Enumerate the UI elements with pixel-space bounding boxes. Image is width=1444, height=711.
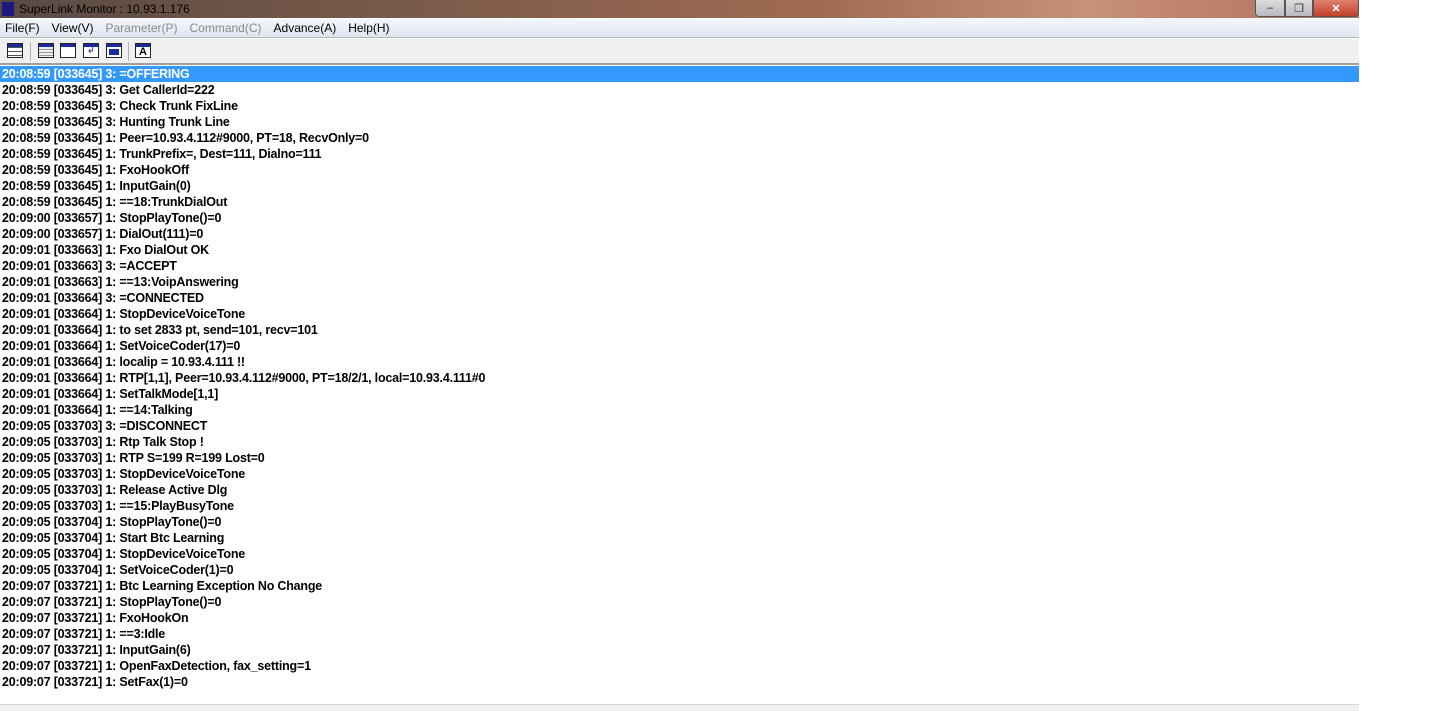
app-window: SuperLink Monitor : 10.93.1.176 – ❐ ✕ Fi… (0, 0, 1359, 711)
return-icon[interactable]: ↲ (83, 43, 99, 58)
highlight-window-icon[interactable] (106, 43, 122, 58)
log-line[interactable]: 20:09:05 [033704] 1: SetVoiceCoder(1)=0 (0, 562, 1359, 578)
toolbar: ↲ A (0, 39, 1359, 65)
menu-advance[interactable]: Advance(A) (269, 21, 344, 35)
menu-help[interactable]: Help(H) (343, 21, 396, 35)
font-icon[interactable]: A (135, 43, 151, 58)
title-bar[interactable]: SuperLink Monitor : 10.93.1.176 – ❐ ✕ (0, 0, 1359, 18)
log-line[interactable]: 20:09:07 [033721] 1: ==3:Idle (0, 626, 1359, 642)
log-line[interactable]: 20:08:59 [033645] 3: Get CallerId=222 (0, 82, 1359, 98)
log-line[interactable]: 20:09:01 [033664] 1: SetTalkMode[1,1] (0, 386, 1359, 402)
log-line[interactable]: 20:09:01 [033664] 1: to set 2833 pt, sen… (0, 322, 1359, 338)
log-line[interactable]: 20:08:59 [033645] 3: Check Trunk FixLine (0, 98, 1359, 114)
log-line[interactable]: 20:09:01 [033664] 1: ==14:Talking (0, 402, 1359, 418)
minimize-button[interactable]: – (1255, 0, 1285, 17)
log-line[interactable]: 20:09:00 [033657] 1: DialOut(111)=0 (0, 226, 1359, 242)
log-line[interactable]: 20:09:01 [033664] 3: =CONNECTED (0, 290, 1359, 306)
log-line[interactable]: 20:09:07 [033721] 1: InputGain(6) (0, 642, 1359, 658)
log-line[interactable]: 20:09:01 [033663] 1: ==13:VoipAnswering (0, 274, 1359, 290)
log-line[interactable]: 20:09:05 [033704] 1: Start Btc Learning (0, 530, 1359, 546)
log-line[interactable]: 20:09:05 [033703] 1: Release Active Dlg (0, 482, 1359, 498)
log-line[interactable]: 20:09:05 [033704] 1: StopDeviceVoiceTone (0, 546, 1359, 562)
log-line[interactable]: 20:08:59 [033645] 1: TrunkPrefix=, Dest=… (0, 146, 1359, 162)
log-line[interactable]: 20:08:59 [033645] 1: Peer=10.93.4.112#90… (0, 130, 1359, 146)
close-button[interactable]: ✕ (1313, 0, 1359, 17)
log-line[interactable]: 20:09:07 [033721] 1: OpenFaxDetection, f… (0, 658, 1359, 674)
menu-view[interactable]: View(V) (47, 21, 101, 35)
log-line[interactable]: 20:08:59 [033645] 1: ==18:TrunkDialOut (0, 194, 1359, 210)
window-title: SuperLink Monitor : 10.93.1.176 (19, 2, 190, 16)
log-line[interactable]: 20:09:01 [033663] 3: =ACCEPT (0, 258, 1359, 274)
restore-button[interactable]: ❐ (1285, 0, 1313, 17)
log-line[interactable]: 20:09:05 [033703] 3: =DISCONNECT (0, 418, 1359, 434)
log-line[interactable]: 20:09:05 [033703] 1: ==15:PlayBusyTone (0, 498, 1359, 514)
menu-parameter[interactable]: Parameter(P) (100, 21, 184, 35)
log-line[interactable]: 20:09:01 [033664] 1: localip = 10.93.4.1… (0, 354, 1359, 370)
log-line-selected[interactable]: 20:08:59 [033645] 3: =OFFERING (0, 66, 1359, 82)
log-line[interactable]: 20:09:07 [033721] 1: FxoHookOn (0, 610, 1359, 626)
log-line[interactable]: 20:09:01 [033664] 1: SetVoiceCoder(17)=0 (0, 338, 1359, 354)
menu-command[interactable]: Command(C) (185, 21, 269, 35)
log-line[interactable]: 20:09:05 [033703] 1: Rtp Talk Stop ! (0, 434, 1359, 450)
log-line[interactable]: 20:09:01 [033664] 1: StopDeviceVoiceTone (0, 306, 1359, 322)
menu-file[interactable]: File(F) (0, 21, 47, 35)
log-view-icon[interactable] (38, 43, 54, 58)
menu-bar: File(F) View(V) Parameter(P) Command(C) … (0, 19, 1359, 38)
log-line[interactable]: 20:09:01 [033663] 1: Fxo DialOut OK (0, 242, 1359, 258)
toolbar-separator (128, 42, 129, 61)
app-icon (2, 2, 14, 16)
log-line[interactable]: 20:09:00 [033657] 1: StopPlayTone()=0 (0, 210, 1359, 226)
log-line[interactable]: 20:09:05 [033703] 1: RTP S=199 R=199 Los… (0, 450, 1359, 466)
log-line[interactable]: 20:09:07 [033721] 1: SetFax(1)=0 (0, 674, 1359, 690)
log-line[interactable]: 20:08:59 [033645] 1: InputGain(0) (0, 178, 1359, 194)
log-line[interactable]: 20:08:59 [033645] 1: FxoHookOff (0, 162, 1359, 178)
log-line[interactable]: 20:08:59 [033645] 3: Hunting Trunk Line (0, 114, 1359, 130)
log-line[interactable]: 20:09:05 [033704] 1: StopPlayTone()=0 (0, 514, 1359, 530)
log-line[interactable]: 20:09:05 [033703] 1: StopDeviceVoiceTone (0, 466, 1359, 482)
log-line[interactable]: 20:09:07 [033721] 1: Btc Learning Except… (0, 578, 1359, 594)
log-line[interactable]: 20:09:07 [033721] 1: StopPlayTone()=0 (0, 594, 1359, 610)
log-list[interactable]: 20:08:59 [033645] 3: =OFFERING 20:08:59 [… (0, 66, 1359, 690)
log-line[interactable]: 20:09:01 [033664] 1: RTP[1,1], Peer=10.9… (0, 370, 1359, 386)
blank-window-icon[interactable] (60, 43, 76, 58)
table-view-icon[interactable] (7, 43, 23, 58)
toolbar-separator (30, 42, 31, 61)
